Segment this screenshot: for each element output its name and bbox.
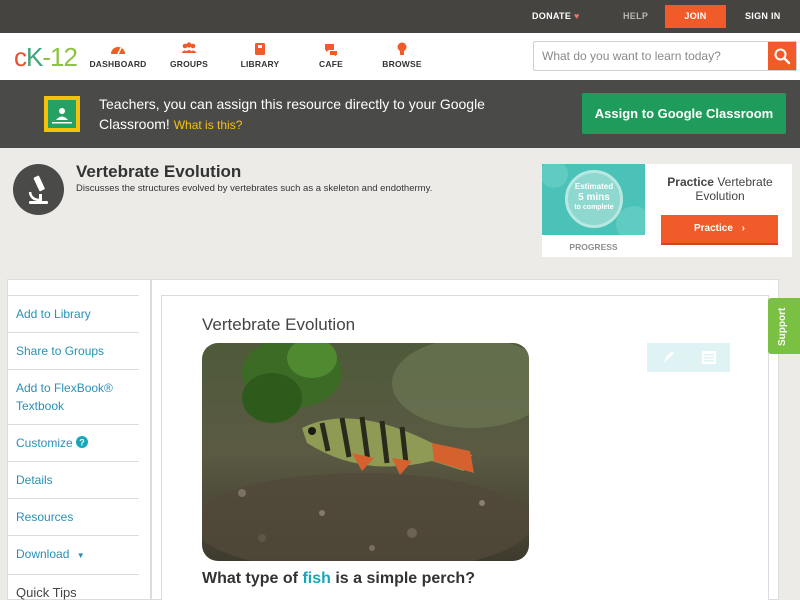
sidebar-item-download[interactable]: Download ▼: [8, 535, 139, 574]
practice-card: Estimated 5 mins to complete PROGRESS Pr…: [542, 164, 792, 257]
sidebar-item-add-to-library[interactable]: Add to Library: [8, 295, 139, 332]
sign-in-link[interactable]: SIGN IN: [745, 0, 781, 33]
perch-fish-image: [202, 343, 529, 561]
practice-button[interactable]: Practice ›: [661, 215, 778, 245]
page-description: Discusses the structures evolved by vert…: [76, 183, 433, 194]
browse-icon: [397, 42, 407, 55]
nav-cafe[interactable]: CAFE: [296, 41, 366, 69]
customize-label: Customize: [16, 436, 73, 450]
cafe-icon: [325, 44, 337, 56]
nav-browse[interactable]: BROWSE: [367, 41, 437, 69]
nav-dashboard[interactable]: DASHBOARD: [83, 41, 153, 69]
join-button[interactable]: JOIN: [665, 5, 726, 28]
sidebar-item-quick-tips[interactable]: Quick Tips: [8, 574, 139, 600]
google-classroom-icon: [44, 96, 80, 132]
search-icon: [774, 48, 791, 65]
question-text-post: is a simple perch?: [335, 570, 475, 587]
practice-title: Practice Vertebrate Evolution: [660, 175, 780, 203]
nav-cafe-label: CAFE: [319, 59, 343, 69]
logo-c: c: [14, 42, 27, 72]
question-text-pre: What type of: [202, 570, 298, 587]
nav-browse-label: BROWSE: [382, 59, 422, 69]
donate-link[interactable]: DONATE ♥: [532, 0, 580, 33]
support-label: Support: [777, 307, 788, 346]
banner-text: Teachers, you can assign this resource d…: [99, 96, 485, 132]
help-link[interactable]: HELP: [623, 0, 648, 33]
sidebar-item-share-to-groups[interactable]: Share to Groups: [8, 332, 139, 369]
sidebar-item-add-to-flexbook[interactable]: Add to FlexBook® Textbook: [8, 369, 139, 424]
pencil-icon[interactable]: [647, 343, 688, 372]
download-label: Download: [16, 547, 70, 561]
nav-library-label: LIBRARY: [240, 59, 280, 69]
sidebar-item-details[interactable]: Details: [8, 461, 139, 498]
top-bar: DONATE ♥ HELP JOIN SIGN IN: [0, 0, 800, 33]
practice-title-bold: Practice: [667, 175, 714, 189]
nav-groups[interactable]: GROUPS: [154, 41, 224, 69]
sidebar-item-resources[interactable]: Resources: [8, 498, 139, 535]
article-title: Vertebrate Evolution: [202, 315, 356, 334]
fish-link[interactable]: fish: [302, 570, 330, 587]
logo-k: K: [26, 42, 43, 72]
library-icon: [255, 43, 265, 55]
main-nav: cK-12 DASHBOARD GROUPS LIBRARY CAFE BROW…: [0, 33, 800, 80]
sidebar-item-customize[interactable]: Customize ?: [8, 424, 139, 461]
page-title: Vertebrate Evolution: [76, 162, 242, 181]
chevron-right-icon: ›: [741, 223, 746, 234]
caret-down-icon: ▼: [76, 551, 85, 560]
assign-google-classroom-button[interactable]: Assign to Google Classroom: [582, 93, 786, 134]
article-tools: [647, 343, 730, 372]
search-button[interactable]: [768, 42, 796, 70]
mins-label: 5 mins: [578, 192, 610, 203]
logo-12: -12: [42, 42, 78, 72]
practice-button-label: Practice: [693, 223, 733, 234]
ck12-logo[interactable]: cK-12: [14, 42, 78, 72]
progress-label: PROGRESS: [569, 242, 618, 252]
microscope-icon: [13, 164, 64, 215]
nav-library[interactable]: LIBRARY: [225, 41, 295, 69]
what-is-this-link[interactable]: What is this?: [174, 118, 243, 132]
svg-text:?: ?: [79, 437, 85, 447]
search-box: [533, 41, 797, 71]
support-tab[interactable]: Support: [768, 298, 800, 354]
heart-icon: ♥: [573, 11, 580, 21]
question-heading: What type of fish is a simple perch?: [202, 570, 475, 588]
sidebar-divider: [150, 279, 152, 600]
search-input[interactable]: [534, 42, 770, 70]
notes-icon[interactable]: [688, 343, 730, 372]
groups-icon: [181, 42, 197, 53]
nav-groups-label: GROUPS: [169, 59, 209, 69]
donate-label: DONATE: [532, 11, 572, 21]
estimated-label: Estimated: [574, 182, 614, 191]
practice-progress-graphic: Estimated 5 mins to complete: [542, 164, 645, 235]
banner-message: Teachers, you can assign this resource d…: [99, 94, 539, 135]
to-complete-label: to complete: [574, 204, 614, 211]
sidebar: Add to Library Share to Groups Add to Fl…: [8, 295, 139, 600]
nav-dashboard-label: DASHBOARD: [89, 59, 147, 69]
dashboard-icon: [111, 47, 125, 55]
help-icon[interactable]: ?: [76, 436, 89, 448]
progress-circle: Estimated 5 mins to complete: [565, 170, 623, 228]
